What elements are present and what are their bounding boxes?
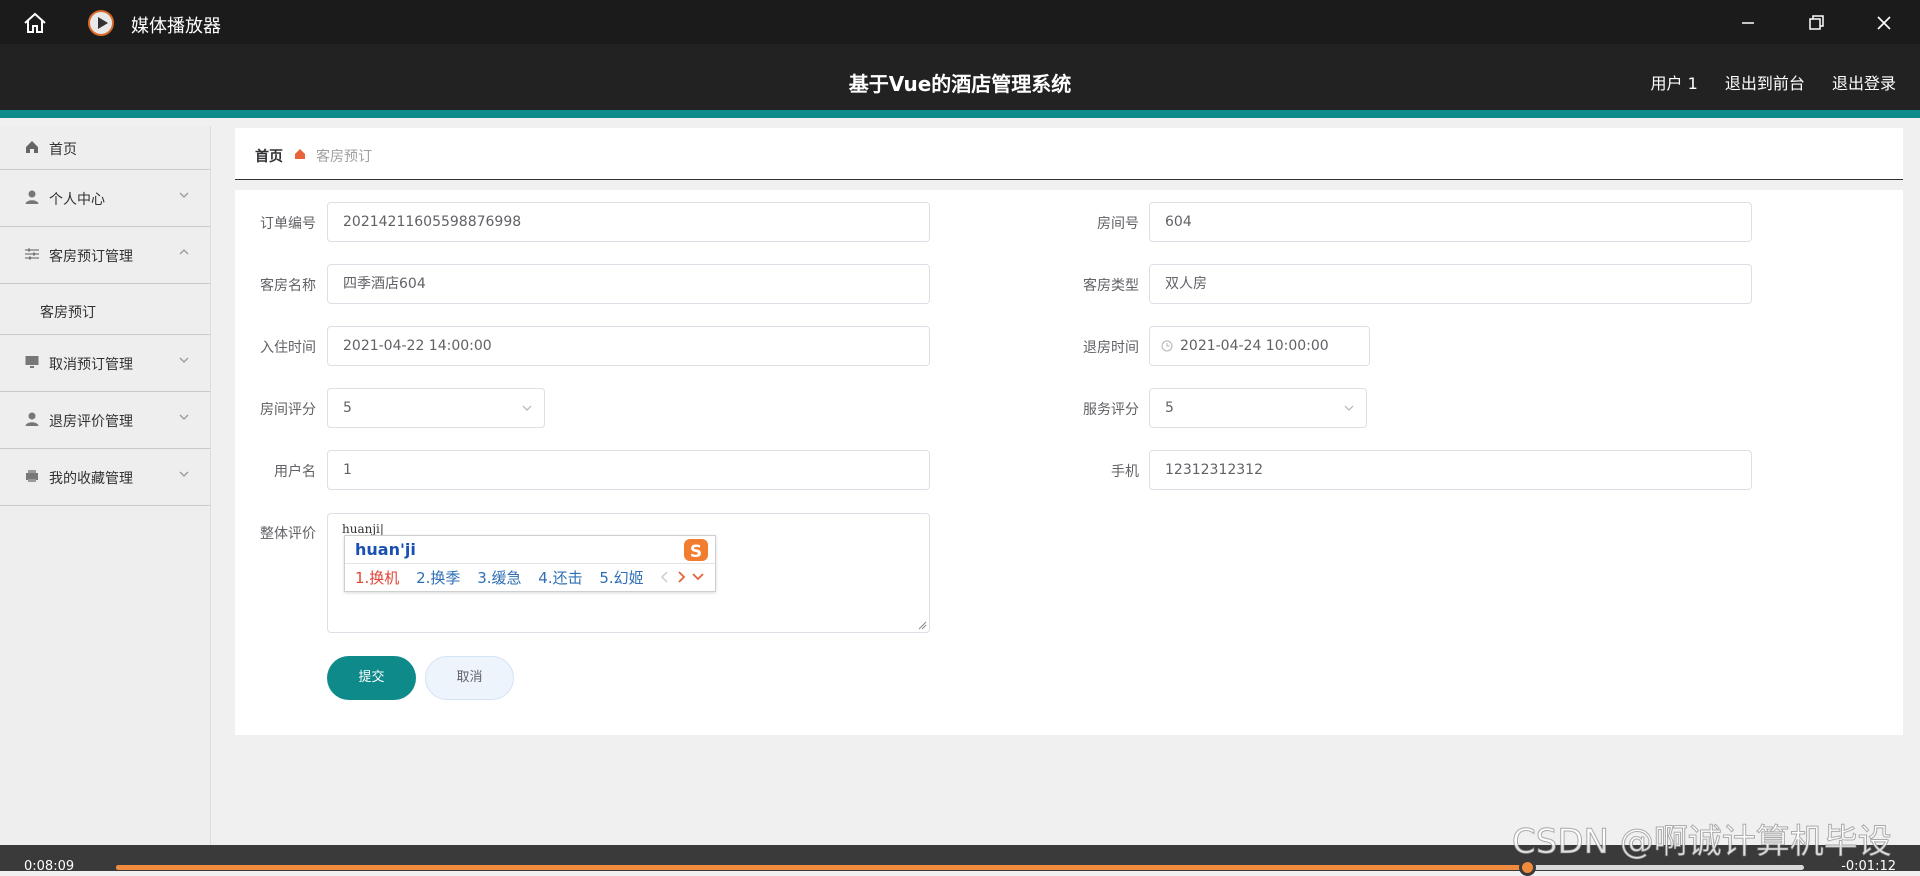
ime-candidate[interactable]: 1.换机 <box>355 569 399 587</box>
ime-divider <box>345 563 715 564</box>
room-rating-select[interactable]: 5 <box>327 388 545 428</box>
room-rating-value: 5 <box>343 400 352 416</box>
breadcrumb: 首页 客房预订 <box>235 128 1903 180</box>
sidebar-item-cancel-management[interactable]: 取消预订管理 <box>0 335 210 392</box>
watermark: CSDN @啊诚计算机毕设 <box>1512 822 1893 863</box>
room-no-label: 房间号 <box>1097 216 1139 232</box>
resize-handle-icon[interactable] <box>917 620 927 630</box>
player-title-bar: 媒体播放器 <box>0 0 1920 44</box>
order-no-label: 订单编号 <box>260 216 316 232</box>
sidebar-item-review-management[interactable]: 退房评价管理 <box>0 392 210 449</box>
phone-field[interactable]: 12312312312 <box>1149 450 1752 490</box>
logout-link[interactable]: 退出登录 <box>1832 74 1896 93</box>
chevron-down-icon <box>1344 405 1354 411</box>
ime-candidate[interactable]: 4.还击 <box>538 569 582 587</box>
service-rating-label: 服务评分 <box>1083 402 1139 418</box>
room-type-field[interactable]: 双人房 <box>1149 264 1752 304</box>
service-rating-select[interactable]: 5 <box>1149 388 1367 428</box>
chevron-down-icon <box>179 192 189 198</box>
sidebar-item-label: 个人中心 <box>49 192 105 208</box>
exit-to-front-link[interactable]: 退出到前台 <box>1725 74 1805 93</box>
home-icon <box>295 149 305 159</box>
sidebar-item-home[interactable]: 首页 <box>0 126 210 170</box>
player-title: 媒体播放器 <box>131 16 221 37</box>
clock-icon <box>1161 340 1173 352</box>
checkout-value: 2021-04-24 10:00:00 <box>1180 338 1329 354</box>
user-icon <box>25 190 39 204</box>
house-icon <box>26 141 38 153</box>
cancel-button[interactable]: 取消 <box>425 656 514 700</box>
ime-candidate-list: 1.换机 2.换季 3.缓急 4.还击 5.幻姬 <box>355 567 656 588</box>
header-links: 用户 1 退出到前台 退出登录 <box>1629 70 1897 94</box>
user-link[interactable]: 用户 1 <box>1651 74 1698 93</box>
ime-candidate[interactable]: 2.换季 <box>416 569 460 587</box>
chevron-down-icon <box>179 357 189 363</box>
sidebar-subitem-booking[interactable]: 客房预订 <box>0 284 210 335</box>
sidebar-item-label: 首页 <box>49 142 77 158</box>
sidebar: 首页 个人中心 客房预订管理 客房预订 取消预订管理 退房评价管理 我的收藏管理 <box>0 126 211 846</box>
ime-composition: huan'ji <box>355 540 416 559</box>
player-logo-icon <box>88 10 114 36</box>
ime-candidate[interactable]: 3.缓急 <box>477 569 521 587</box>
sidebar-item-favorites-management[interactable]: 我的收藏管理 <box>0 449 210 506</box>
room-rating-label: 房间评分 <box>260 402 316 418</box>
overall-review-text: huanji| <box>342 522 384 536</box>
app-header: 基于Vue的酒店管理系统 用户 1 退出到前台 退出登录 <box>0 44 1920 118</box>
sidebar-item-booking-management[interactable]: 客房预订管理 <box>0 227 210 284</box>
service-rating-value: 5 <box>1165 400 1174 416</box>
phone-label: 手机 <box>1111 464 1139 480</box>
checkin-label: 入住时间 <box>260 340 316 356</box>
user-icon <box>25 412 39 426</box>
minimize-icon[interactable] <box>1734 10 1762 36</box>
chevron-down-icon <box>179 471 189 477</box>
room-name-field[interactable]: 四季酒店604 <box>327 264 930 304</box>
sidebar-subitem-label: 客房预订 <box>40 305 96 321</box>
printer-icon <box>26 470 38 482</box>
order-no-field[interactable]: 20214211605598876998 <box>327 202 930 242</box>
ime-candidate[interactable]: 5.幻姬 <box>599 569 643 587</box>
sidebar-item-label: 退房评价管理 <box>49 414 133 430</box>
close-icon[interactable] <box>1870 10 1898 36</box>
overall-review-label: 整体评价 <box>260 526 316 542</box>
seek-fill <box>116 865 1527 870</box>
checkout-datetime-picker[interactable]: 2021-04-24 10:00:00 <box>1149 326 1370 366</box>
breadcrumb-home[interactable]: 首页 <box>255 146 283 166</box>
room-name-label: 客房名称 <box>260 278 316 294</box>
chevron-down-icon <box>179 414 189 420</box>
ime-candidate-popup: huan'ji S 1.换机 2.换季 3.缓急 4.还击 5.幻姬 <box>344 535 716 592</box>
seek-track[interactable] <box>116 859 1804 876</box>
chevron-down-icon <box>522 405 532 411</box>
elapsed-time: 0:08:09 <box>24 859 75 874</box>
checkout-label: 退房时间 <box>1083 340 1139 356</box>
home-icon[interactable] <box>22 11 48 35</box>
submit-button[interactable]: 提交 <box>327 656 416 700</box>
sidebar-item-label: 取消预订管理 <box>49 357 133 373</box>
username-field[interactable]: 1 <box>327 450 930 490</box>
sidebar-item-personal[interactable]: 个人中心 <box>0 170 210 227</box>
sidebar-item-label: 我的收藏管理 <box>49 471 133 487</box>
monitor-icon <box>25 356 39 368</box>
ime-page-nav-icon[interactable] <box>657 569 709 585</box>
checkin-field[interactable]: 2021-04-22 14:00:00 <box>327 326 930 366</box>
breadcrumb-current: 客房预订 <box>316 149 372 165</box>
room-type-label: 客房类型 <box>1083 278 1139 294</box>
sliders-icon <box>25 248 39 260</box>
room-no-field[interactable]: 604 <box>1149 202 1752 242</box>
username-label: 用户名 <box>274 464 316 480</box>
sogou-logo-icon: S <box>684 539 708 562</box>
sidebar-item-label: 客房预订管理 <box>49 249 133 265</box>
restore-icon[interactable] <box>1802 10 1830 36</box>
svg-text:S: S <box>690 542 702 562</box>
chevron-up-icon <box>179 249 189 255</box>
